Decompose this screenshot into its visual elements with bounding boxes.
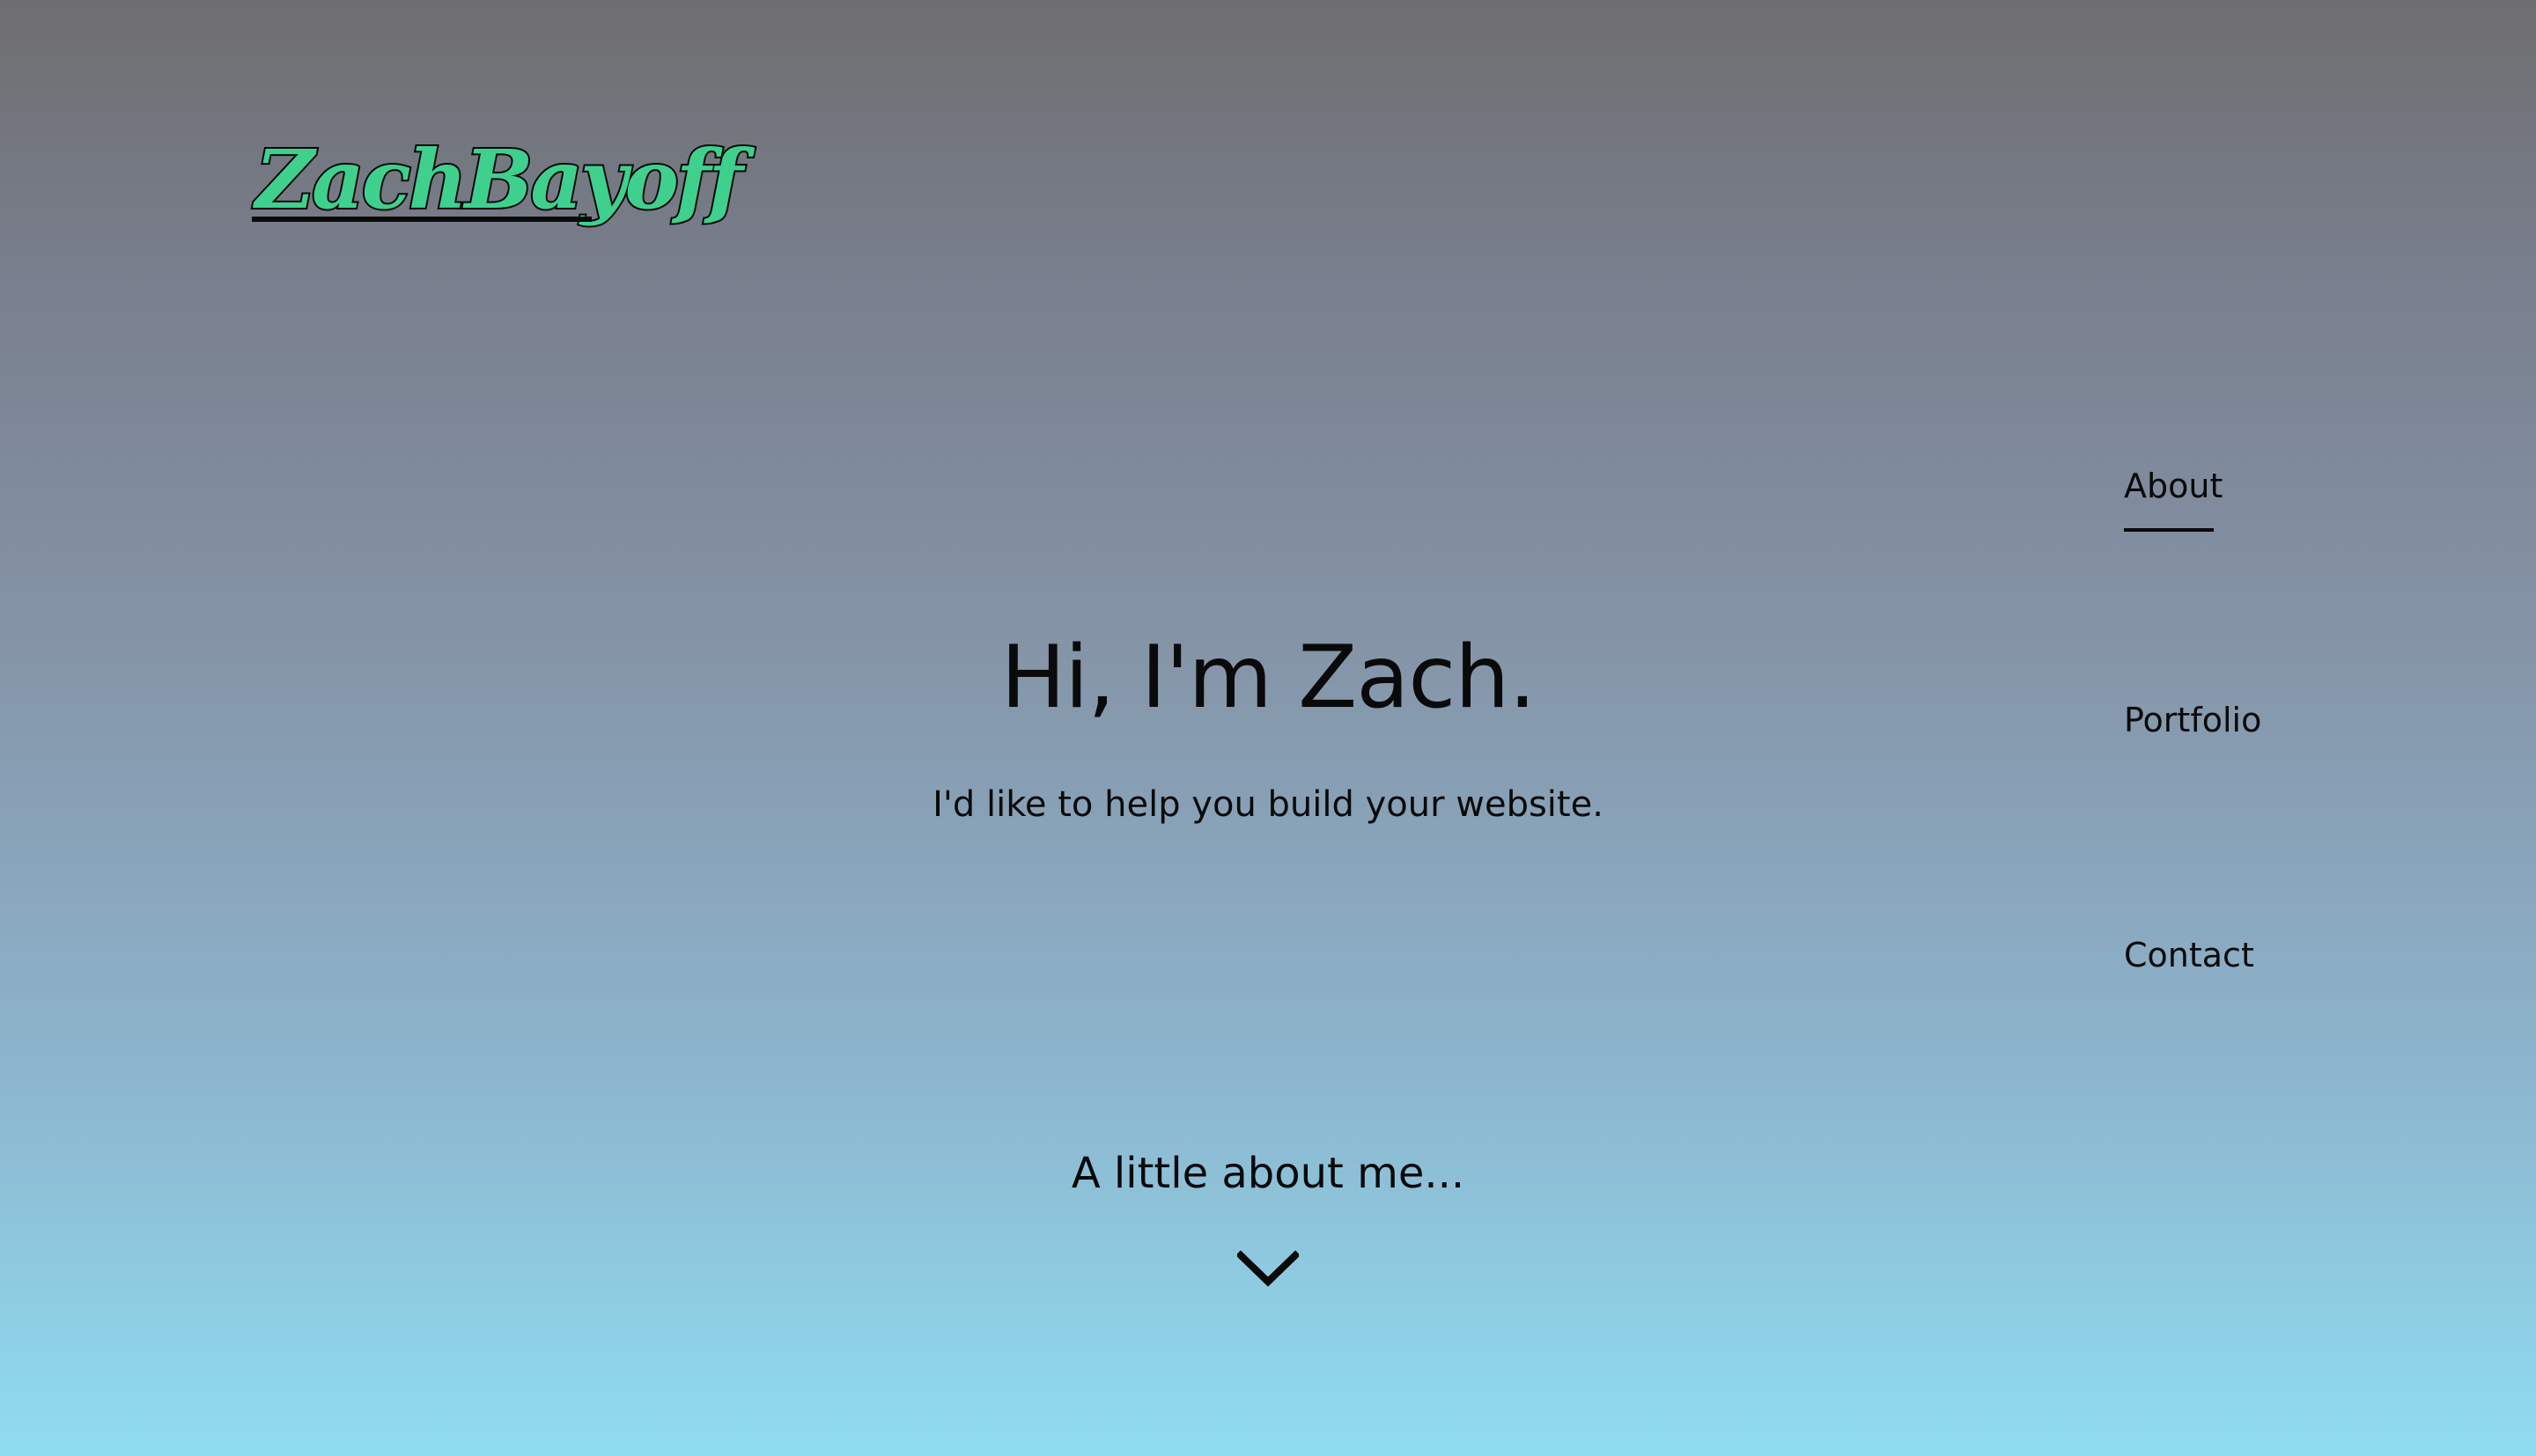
site-logo[interactable]: ZachBayoff [250,130,759,255]
nav-item-about[interactable]: About [2124,467,2223,505]
chevron-down-icon[interactable] [1235,1250,1301,1289]
hero-subtitle: I'd like to help you build your website. [933,784,1603,825]
hero-title: Hi, I'm Zach. [1000,628,1536,728]
nav-item-contact[interactable]: Contact [2124,936,2254,974]
chevron-down-icon-svg [1235,1250,1301,1287]
about-prompt-link[interactable]: A little about me... [0,1146,2536,1201]
logo-underline [252,217,592,222]
logo-text: ZachBayoff [252,132,755,227]
nav-active-underline [2124,528,2214,532]
logo-wordmark: ZachBayoff [250,130,759,229]
